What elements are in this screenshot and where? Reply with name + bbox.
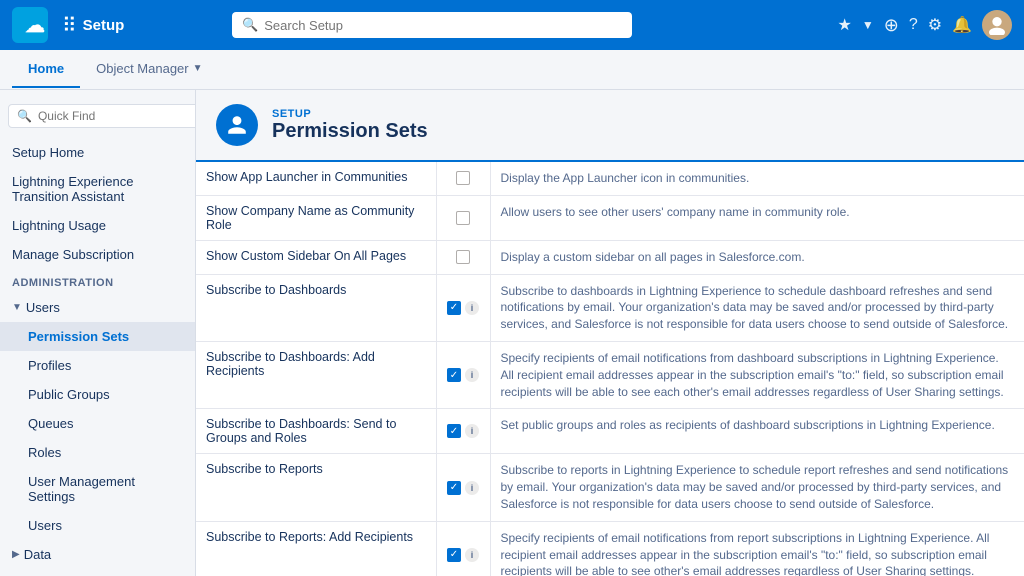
- top-nav-right: ★ ▼ ⊕ ? ⚙ 🔔: [837, 10, 1012, 40]
- tab-object-manager[interactable]: Object Manager ▼: [80, 51, 218, 88]
- perm-description: Allow users to see other users' company …: [490, 195, 1024, 240]
- perm-name: Subscribe to Dashboards: Add Recipients: [196, 341, 436, 408]
- perm-controls[interactable]: [436, 195, 490, 240]
- perm-description: Subscribe to reports in Lightning Experi…: [490, 454, 1024, 521]
- perm-description: Display the App Launcher icon in communi…: [490, 162, 1024, 195]
- sidebar-section-administration: ADMINISTRATION: [0, 269, 195, 293]
- sidebar-item-users[interactable]: Users: [0, 511, 195, 540]
- table-row: Show App Launcher in Communities Display …: [196, 162, 1024, 195]
- perm-name: Show App Launcher in Communities: [196, 162, 436, 195]
- sidebar-item-queues[interactable]: Queues: [0, 409, 195, 438]
- permission-checkbox[interactable]: [447, 368, 461, 382]
- perm-controls[interactable]: i: [436, 521, 490, 576]
- perm-description: Subscribe to dashboards in Lightning Exp…: [490, 274, 1024, 341]
- perm-name: Subscribe to Reports: [196, 454, 436, 521]
- permission-checkbox[interactable]: [447, 301, 461, 315]
- sidebar-item-permission-sets[interactable]: Permission Sets: [0, 322, 195, 351]
- chevron-down-icon: ▼: [193, 63, 203, 74]
- top-nav: ☁ ⠿ Setup 🔍 ★ ▼ ⊕ ? ⚙ 🔔: [0, 0, 1024, 50]
- table-row: Subscribe to Reports i Subscribe to report…: [196, 454, 1024, 521]
- bell-icon[interactable]: 🔔: [952, 15, 972, 35]
- table-row: Subscribe to Dashboards: Add Recipients i…: [196, 341, 1024, 408]
- sidebar-item-setup-home[interactable]: Setup Home: [0, 138, 195, 167]
- table-row: Subscribe to Dashboards i Subscribe to das…: [196, 274, 1024, 341]
- sidebar-item-lightning-transition[interactable]: Lightning Experience Transition Assistan…: [0, 167, 195, 211]
- perm-controls[interactable]: [436, 240, 490, 274]
- search-icon: 🔍: [242, 17, 258, 33]
- sidebar-item-profiles[interactable]: Profiles: [0, 351, 195, 380]
- settings-icon[interactable]: ⚙: [928, 15, 942, 35]
- perm-description: Set public groups and roles as recipient…: [490, 409, 1024, 454]
- main-content: SETUP Permission Sets Show App Launcher …: [196, 90, 1024, 576]
- permission-checkbox[interactable]: [447, 481, 461, 495]
- permission-checkbox[interactable]: [456, 250, 470, 264]
- sidebar: 🔍 Setup Home Lightning Experience Transi…: [0, 90, 196, 576]
- perm-controls[interactable]: [436, 162, 490, 195]
- sidebar-item-lightning-usage[interactable]: Lightning Usage: [0, 211, 195, 240]
- perm-controls[interactable]: i: [436, 341, 490, 408]
- perm-description: Specify recipients of email notification…: [490, 341, 1024, 408]
- setup-title: Setup: [83, 17, 125, 34]
- page-header: SETUP Permission Sets: [196, 90, 1024, 162]
- perm-description: Display a custom sidebar on all pages in…: [490, 240, 1024, 274]
- table-row: Subscribe to Dashboards: Send to Groups …: [196, 409, 1024, 454]
- chevron-right-icon: ▶: [12, 549, 20, 560]
- setup-label: SETUP: [272, 108, 428, 120]
- salesforce-logo: ☁: [12, 7, 48, 43]
- info-icon[interactable]: i: [465, 368, 479, 382]
- add-icon[interactable]: ⊕: [884, 15, 899, 36]
- perm-name: Show Company Name as Community Role: [196, 195, 436, 240]
- info-icon[interactable]: i: [465, 548, 479, 562]
- tab-home[interactable]: Home: [12, 51, 80, 88]
- table-row: Show Company Name as Community Role Allow…: [196, 195, 1024, 240]
- main-layout: 🔍 Setup Home Lightning Experience Transi…: [0, 90, 1024, 576]
- sidebar-item-manage-subscription[interactable]: Manage Subscription: [0, 240, 195, 269]
- app-launcher-icon[interactable]: ⠿: [62, 13, 77, 38]
- sidebar-group-email[interactable]: ▶ Email: [0, 569, 195, 576]
- sidebar-group-data[interactable]: ▶ Data: [0, 540, 195, 569]
- sidebar-item-public-groups[interactable]: Public Groups: [0, 380, 195, 409]
- perm-name: Show Custom Sidebar On All Pages: [196, 240, 436, 274]
- tab-bar: Home Object Manager ▼: [0, 50, 1024, 90]
- sidebar-item-user-management-settings[interactable]: User Management Settings: [0, 467, 195, 511]
- permission-checkbox[interactable]: [456, 211, 470, 225]
- quick-find-icon: 🔍: [17, 109, 32, 123]
- help-icon[interactable]: ?: [909, 16, 918, 34]
- quick-find-input[interactable]: [38, 109, 195, 123]
- perm-name: Subscribe to Dashboards: [196, 274, 436, 341]
- page-title: Permission Sets: [272, 120, 428, 143]
- sidebar-group-users[interactable]: ▼ Users: [0, 293, 195, 322]
- permission-checkbox[interactable]: [447, 424, 461, 438]
- table-row: Subscribe to Reports: Add Recipients i Spe…: [196, 521, 1024, 576]
- table-row: Show Custom Sidebar On All Pages Display …: [196, 240, 1024, 274]
- perm-controls[interactable]: i: [436, 274, 490, 341]
- perm-description: Specify recipients of email notification…: [490, 521, 1024, 576]
- perm-name: Subscribe to Dashboards: Send to Groups …: [196, 409, 436, 454]
- permission-checkbox[interactable]: [447, 548, 461, 562]
- permission-checkbox[interactable]: [456, 171, 470, 185]
- title-group: SETUP Permission Sets: [272, 108, 428, 143]
- chevron-down-icon: ▼: [12, 302, 22, 313]
- perm-name: Subscribe to Reports: Add Recipients: [196, 521, 436, 576]
- permissions-table: Show App Launcher in Communities Display …: [196, 162, 1024, 576]
- perm-controls[interactable]: i: [436, 409, 490, 454]
- avatar[interactable]: [982, 10, 1012, 40]
- info-icon[interactable]: i: [465, 424, 479, 438]
- info-icon[interactable]: i: [465, 481, 479, 495]
- search-bar: 🔍: [232, 12, 632, 38]
- star-icon[interactable]: ★: [837, 15, 851, 35]
- header-icon: [216, 104, 258, 146]
- info-icon[interactable]: i: [465, 301, 479, 315]
- perm-controls[interactable]: i: [436, 454, 490, 521]
- quick-find-container: 🔍: [8, 104, 196, 128]
- dropdown-icon[interactable]: ▼: [862, 18, 874, 32]
- sidebar-item-roles[interactable]: Roles: [0, 438, 195, 467]
- search-input[interactable]: [264, 18, 622, 33]
